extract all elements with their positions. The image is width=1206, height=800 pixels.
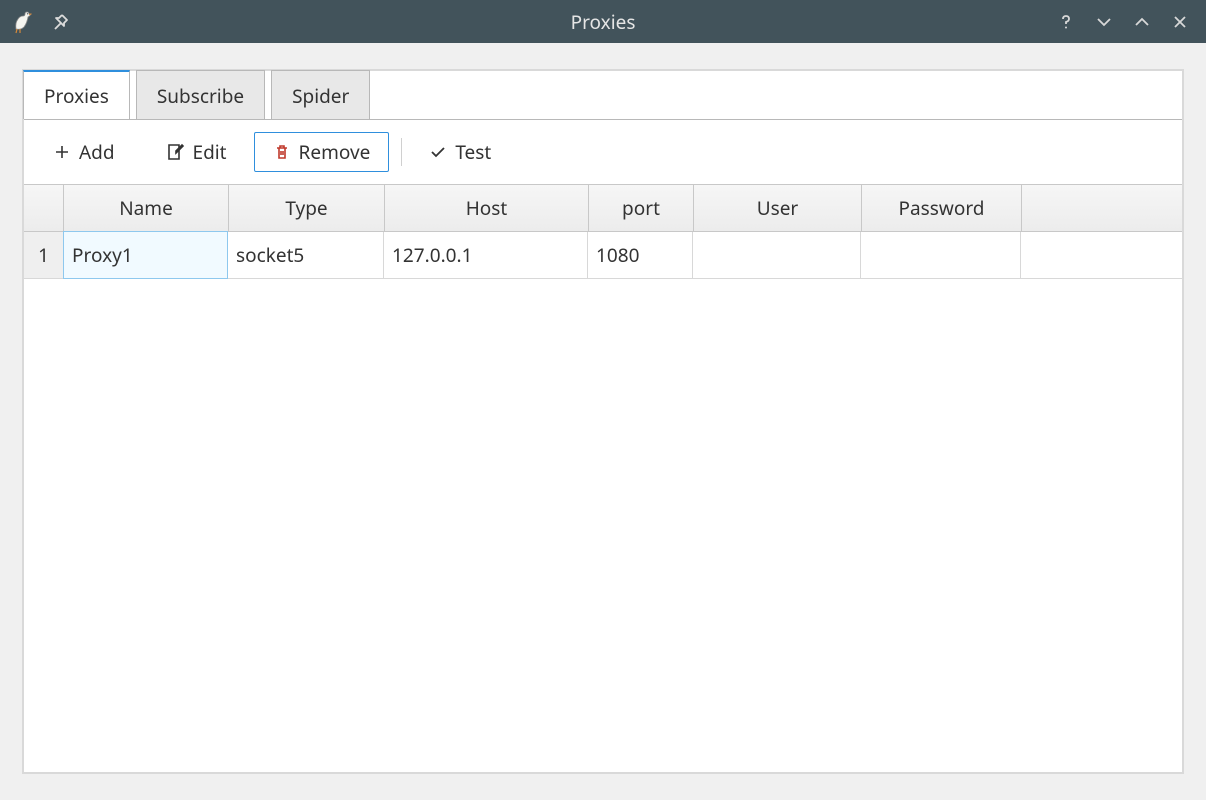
tab-label: Proxies: [44, 83, 109, 109]
cell-extra: [1021, 232, 1182, 278]
col-index[interactable]: [24, 185, 64, 231]
col-host[interactable]: Host: [385, 185, 589, 231]
toolbar: Add Edit: [24, 120, 1182, 184]
window-title: Proxies: [571, 9, 636, 35]
add-label: Add: [79, 139, 115, 165]
app-goose-icon: [10, 9, 36, 35]
minimize-icon[interactable]: [1094, 12, 1114, 32]
table-header: Name Type Host port User Password: [24, 185, 1182, 232]
test-label: Test: [455, 139, 491, 165]
edit-button[interactable]: Edit: [150, 134, 242, 170]
col-extra: [1022, 185, 1182, 231]
main-panel: Proxies Subscribe Spider Add: [22, 69, 1184, 774]
col-port[interactable]: port: [589, 185, 694, 231]
tab-subscribe[interactable]: Subscribe: [136, 70, 265, 120]
edit-label: Edit: [193, 139, 227, 165]
trash-icon: [273, 143, 291, 161]
col-type[interactable]: Type: [229, 185, 385, 231]
tab-label: Subscribe: [157, 83, 244, 109]
window-controls: [1056, 12, 1206, 32]
cell-index[interactable]: 1: [24, 232, 64, 278]
plus-icon: [53, 143, 71, 161]
remove-label: Remove: [299, 139, 371, 165]
titlebar: Proxies: [0, 0, 1206, 43]
cell-port[interactable]: 1080: [588, 232, 693, 278]
help-icon[interactable]: [1056, 12, 1076, 32]
proxies-table: Name Type Host port User Password 1 Prox…: [24, 184, 1182, 776]
remove-button[interactable]: Remove: [254, 132, 390, 172]
tab-spider[interactable]: Spider: [271, 70, 370, 120]
cell-type[interactable]: socket5: [228, 232, 384, 278]
table-row[interactable]: 1 Proxy1 socket5 127.0.0.1 1080: [24, 232, 1182, 279]
check-icon: [429, 143, 447, 161]
tab-label: Spider: [292, 83, 349, 109]
col-password[interactable]: Password: [862, 185, 1022, 231]
titlebar-left: [0, 9, 70, 35]
close-icon[interactable]: [1170, 12, 1190, 32]
toolbar-separator: [401, 138, 402, 166]
col-name[interactable]: Name: [64, 185, 229, 231]
pin-icon[interactable]: [50, 12, 70, 32]
add-button[interactable]: Add: [38, 134, 130, 170]
tab-content: Add Edit: [24, 119, 1182, 772]
col-user[interactable]: User: [694, 185, 862, 231]
maximize-icon[interactable]: [1132, 12, 1152, 32]
tab-proxies[interactable]: Proxies: [23, 70, 130, 120]
cell-host[interactable]: 127.0.0.1: [384, 232, 588, 278]
test-button[interactable]: Test: [414, 134, 506, 170]
cell-password[interactable]: [861, 232, 1021, 278]
cell-user[interactable]: [693, 232, 861, 278]
tab-bar: Proxies Subscribe Spider: [23, 70, 376, 120]
cell-name[interactable]: Proxy1: [63, 231, 228, 279]
content-area: Proxies Subscribe Spider Add: [0, 43, 1206, 796]
edit-icon: [165, 142, 185, 162]
